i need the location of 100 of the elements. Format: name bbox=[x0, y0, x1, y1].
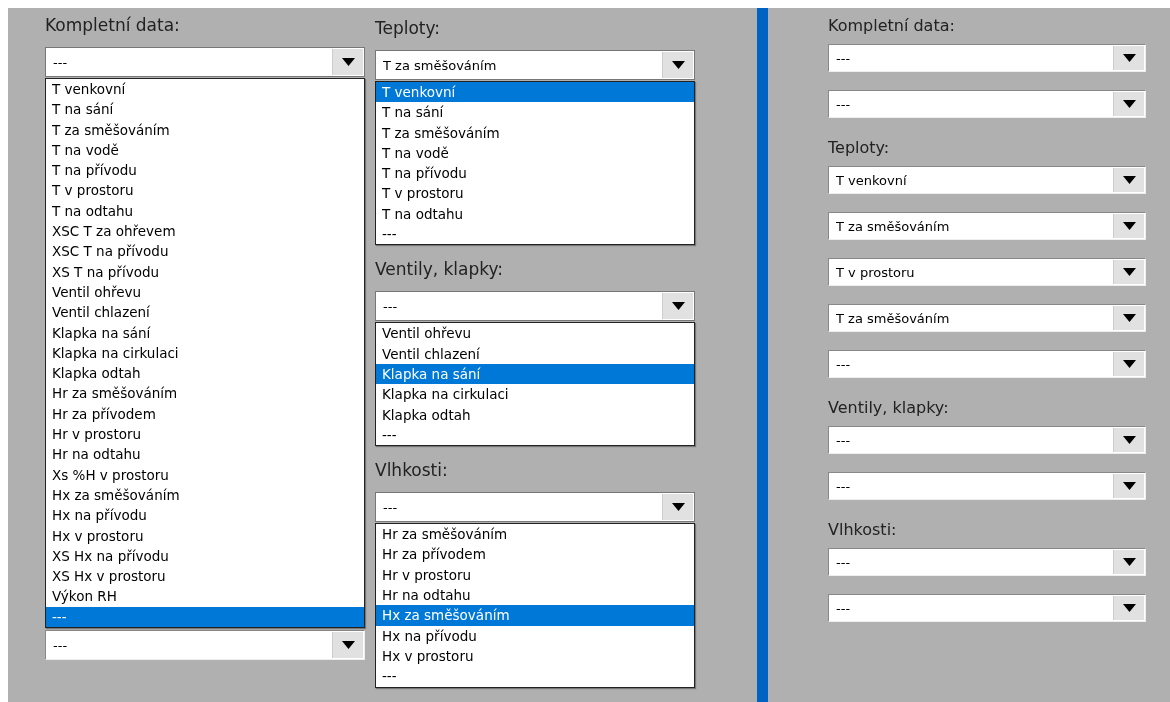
list-option[interactable]: T na vodě bbox=[46, 139, 364, 161]
list-option[interactable]: Klapka na cirkulaci bbox=[376, 384, 694, 405]
list-option[interactable]: T v prostoru bbox=[376, 183, 694, 204]
section-label: Ventily, klapky: bbox=[828, 397, 949, 419]
dropdown[interactable]: --- bbox=[45, 47, 365, 77]
dropdown-button[interactable] bbox=[662, 293, 693, 320]
list-option[interactable]: XS Hx v prostoru bbox=[46, 566, 364, 587]
list-option[interactable]: Hr za přívodem bbox=[376, 544, 694, 565]
list-option[interactable]: Hx v prostoru bbox=[46, 525, 364, 546]
dropdown[interactable]: --- bbox=[828, 426, 1146, 454]
dropdown-button[interactable] bbox=[1113, 92, 1144, 116]
caret-icon bbox=[1122, 222, 1136, 230]
list-option[interactable]: Hx na přívodu bbox=[46, 505, 364, 526]
list-option[interactable]: Hr v prostoru bbox=[46, 424, 364, 445]
dropdown[interactable]: T v prostoru bbox=[828, 258, 1146, 286]
section-label: Kompletní data: bbox=[828, 15, 955, 37]
caret-icon bbox=[1122, 268, 1136, 276]
caret-icon bbox=[1122, 360, 1136, 368]
caret-icon bbox=[341, 58, 355, 66]
caret-icon bbox=[1122, 558, 1136, 566]
list-option[interactable]: --- bbox=[376, 666, 694, 687]
list-option[interactable]: Xs %H v prostoru bbox=[46, 464, 364, 485]
dropdown[interactable]: --- bbox=[828, 44, 1146, 72]
list-option[interactable]: Klapka odtah bbox=[46, 363, 364, 384]
dropdown[interactable]: --- bbox=[375, 291, 695, 322]
section-label: Vlhkosti: bbox=[828, 519, 897, 541]
list-option[interactable]: Hr v prostoru bbox=[376, 564, 694, 586]
list-option[interactable]: T za směšováním bbox=[376, 122, 694, 143]
list-option[interactable]: Hx za směšováním bbox=[46, 484, 364, 506]
dropdown-button[interactable] bbox=[662, 494, 693, 521]
dropdown-button[interactable] bbox=[1113, 260, 1144, 284]
list-option[interactable]: T na přívodu bbox=[46, 160, 364, 181]
list-option[interactable]: Hr za přívodem bbox=[46, 403, 364, 425]
dropdown[interactable]: T za směšováním bbox=[828, 304, 1146, 332]
list-option[interactable]: Ventil ohřevu bbox=[46, 281, 364, 303]
dropdown-button[interactable] bbox=[1113, 550, 1144, 574]
dropdown-button[interactable] bbox=[1113, 214, 1144, 238]
list-option[interactable]: T na odtahu bbox=[46, 200, 364, 222]
dropdown-button[interactable] bbox=[332, 49, 363, 75]
dropdown-button[interactable] bbox=[1113, 46, 1144, 70]
list-option[interactable]: Ventil ohřevu bbox=[376, 323, 694, 344]
list-option[interactable]: Výkon RH bbox=[46, 586, 364, 607]
list-option[interactable]: Hx za směšováním bbox=[376, 605, 694, 626]
list-option[interactable]: XS T na přívodu bbox=[46, 261, 364, 282]
section-label: Teploty: bbox=[375, 17, 441, 40]
list-option[interactable]: Klapka na sání bbox=[376, 363, 694, 385]
dropdown-button[interactable] bbox=[332, 632, 363, 658]
caret-icon bbox=[671, 503, 685, 512]
dropdown[interactable]: --- bbox=[375, 492, 695, 523]
list-option[interactable]: XSC T za ohřevem bbox=[46, 221, 364, 242]
dropdown[interactable]: T za směšováním bbox=[828, 212, 1146, 240]
dropdown-button[interactable] bbox=[1113, 596, 1144, 620]
caret-icon bbox=[1122, 436, 1136, 444]
list-option[interactable]: XS Hx na přívodu bbox=[46, 545, 364, 567]
list-option[interactable]: Hr na odtahu bbox=[376, 585, 694, 606]
list-option[interactable]: XSC T na přívodu bbox=[46, 241, 364, 262]
list-option[interactable]: T na sání bbox=[376, 102, 694, 123]
list-option[interactable]: Klapka na cirkulaci bbox=[46, 342, 364, 364]
list-option[interactable]: Hx v prostoru bbox=[376, 645, 694, 667]
list-option[interactable]: T za směšováním bbox=[46, 119, 364, 140]
list-option[interactable]: Ventil chlazení bbox=[46, 302, 364, 323]
list-option[interactable]: T na odtahu bbox=[376, 203, 694, 225]
list-option[interactable]: --- bbox=[376, 224, 694, 245]
dropdown[interactable]: --- bbox=[828, 350, 1146, 378]
list-option[interactable]: Hr za směšováním bbox=[376, 524, 694, 545]
dropdown[interactable]: --- bbox=[828, 472, 1146, 500]
caret-icon bbox=[1122, 482, 1136, 490]
caret-icon bbox=[1122, 54, 1136, 62]
list-option[interactable]: Hx na přívodu bbox=[376, 625, 694, 646]
dropdown-button[interactable] bbox=[662, 52, 693, 78]
list-option[interactable]: Hr za směšováním bbox=[46, 383, 364, 404]
list-option[interactable]: T na vodě bbox=[376, 142, 694, 164]
list-option[interactable]: Hr na odtahu bbox=[46, 444, 364, 465]
dropdown[interactable]: --- bbox=[828, 594, 1146, 622]
dropdown-button[interactable] bbox=[1113, 428, 1144, 452]
section-label: Kompletní data: bbox=[45, 14, 180, 37]
dropdown[interactable]: T za směšováním bbox=[375, 50, 695, 80]
list-option[interactable]: T na sání bbox=[46, 99, 364, 120]
caret-icon bbox=[341, 641, 355, 649]
list-option[interactable]: --- bbox=[46, 606, 364, 627]
caret-icon bbox=[1122, 176, 1136, 184]
list-option[interactable]: Ventil chlazení bbox=[376, 343, 694, 364]
dropdown[interactable]: T venkovní bbox=[828, 166, 1146, 194]
dropdown[interactable]: --- bbox=[828, 548, 1146, 576]
dropdown[interactable]: --- bbox=[45, 630, 365, 660]
list-option[interactable]: Klapka odtah bbox=[376, 404, 694, 425]
dropdown-button[interactable] bbox=[1113, 474, 1144, 498]
dropdown-button[interactable] bbox=[1113, 306, 1144, 330]
caret-icon bbox=[671, 61, 685, 69]
caret-icon bbox=[671, 302, 685, 311]
list-option[interactable]: T venkovní bbox=[46, 79, 364, 100]
list-option[interactable]: Klapka na sání bbox=[46, 322, 364, 343]
list-option[interactable]: T venkovní bbox=[376, 82, 694, 103]
dropdown-button[interactable] bbox=[1113, 168, 1144, 192]
list-option[interactable]: --- bbox=[376, 424, 694, 446]
dropdown[interactable]: --- bbox=[828, 90, 1146, 118]
list-option[interactable]: T v prostoru bbox=[46, 180, 364, 201]
list-option[interactable]: T na přívodu bbox=[376, 163, 694, 184]
dropdown-button[interactable] bbox=[1113, 352, 1144, 376]
caret-icon bbox=[1122, 604, 1136, 612]
